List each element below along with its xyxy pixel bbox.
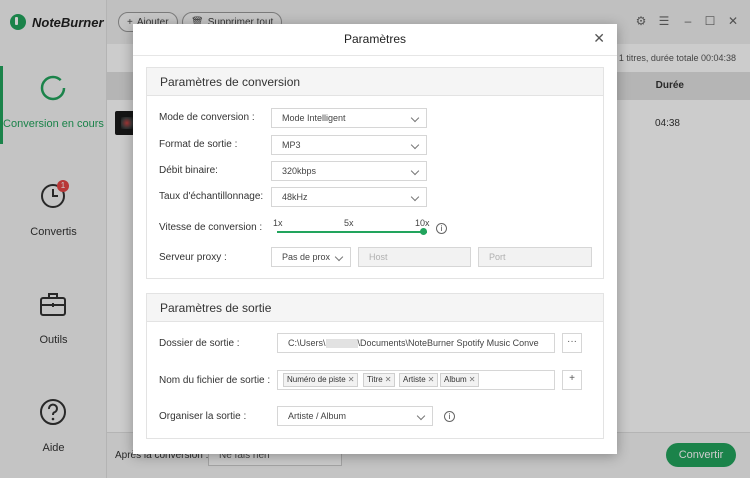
chevron-down-icon	[416, 411, 426, 421]
output-folder-label: Dossier de sortie :	[159, 338, 240, 349]
dialog-title: Paramètres	[343, 32, 407, 46]
output-folder-prefix: C:\Users\	[288, 338, 326, 348]
filename-tag[interactable]: Numéro de piste ✕	[283, 373, 359, 387]
divider	[133, 55, 617, 56]
section-header: Paramètres de sortie	[147, 294, 603, 322]
organize-output-label: Organiser la sortie :	[159, 411, 247, 422]
remove-tag-icon[interactable]: ✕	[428, 375, 435, 384]
slider-tick-label: 10x	[415, 218, 430, 228]
bitrate-value: 320kbps	[282, 166, 317, 176]
samplerate-label: Taux d'échantillonnage:	[159, 191, 264, 202]
tag-label: Artiste	[403, 375, 426, 384]
slider-tick-label: 5x	[344, 218, 354, 228]
samplerate-select[interactable]: 48kHz	[271, 187, 427, 207]
remove-tag-icon[interactable]: ✕	[348, 375, 355, 384]
settings-dialog: Paramètres ✕ Paramètres de conversion Mo…	[133, 24, 617, 454]
tag-label: Titre	[367, 375, 383, 384]
info-icon[interactable]: i	[444, 411, 455, 422]
conversion-speed-slider[interactable]	[277, 231, 427, 233]
remove-tag-icon[interactable]: ✕	[385, 375, 392, 384]
proxy-port-input[interactable]: Port	[478, 247, 592, 267]
chevron-down-icon	[410, 140, 420, 150]
output-folder-suffix: \Documents\NoteBurner Spotify Music Conv…	[357, 338, 539, 348]
chevron-down-icon	[410, 192, 420, 202]
add-tag-button[interactable]: +	[562, 370, 582, 390]
tag-label: Album	[444, 375, 467, 384]
filename-tag[interactable]: Artiste ✕	[399, 373, 439, 387]
chevron-down-icon	[410, 166, 420, 176]
proxy-value: Pas de prox	[282, 252, 331, 262]
bitrate-label: Débit binaire:	[159, 165, 218, 176]
output-format-value: MP3	[282, 140, 301, 150]
proxy-label: Serveur proxy :	[159, 252, 227, 263]
bitrate-select[interactable]: 320kbps	[271, 161, 427, 181]
filename-tag[interactable]: Album ✕	[440, 373, 480, 387]
slider-tick-label: 1x	[273, 218, 283, 228]
conversion-mode-label: Mode de conversion :	[159, 112, 255, 123]
chevron-down-icon	[334, 252, 344, 262]
proxy-select[interactable]: Pas de prox	[271, 247, 351, 267]
remove-tag-icon[interactable]: ✕	[469, 375, 476, 384]
conversion-mode-select[interactable]: Mode Intelligent	[271, 108, 427, 128]
proxy-port-placeholder: Port	[489, 252, 506, 262]
output-format-label: Format de sortie :	[159, 139, 238, 150]
conversion-mode-value: Mode Intelligent	[282, 113, 346, 123]
output-folder-input[interactable]: C:\Users\ \Documents\NoteBurner Spotify M…	[277, 333, 555, 353]
browse-folder-button[interactable]: ···	[562, 333, 582, 353]
slider-handle[interactable]	[420, 228, 427, 235]
section-header: Paramètres de conversion	[147, 68, 603, 96]
info-icon[interactable]: i	[436, 223, 447, 234]
proxy-host-input[interactable]: Host	[358, 247, 471, 267]
organize-output-select[interactable]: Artiste / Album	[277, 406, 433, 426]
close-icon[interactable]: ✕	[593, 30, 605, 47]
proxy-host-placeholder: Host	[369, 252, 388, 262]
samplerate-value: 48kHz	[282, 192, 308, 202]
output-format-select[interactable]: MP3	[271, 135, 427, 155]
tag-label: Numéro de piste	[287, 375, 346, 384]
chevron-down-icon	[410, 113, 420, 123]
filename-tag[interactable]: Titre ✕	[363, 373, 396, 387]
conversion-speed-label: Vitesse de conversion :	[159, 222, 263, 233]
output-filename-label: Nom du fichier de sortie :	[159, 375, 271, 386]
redacted-username	[325, 339, 358, 349]
organize-output-value: Artiste / Album	[288, 411, 347, 421]
